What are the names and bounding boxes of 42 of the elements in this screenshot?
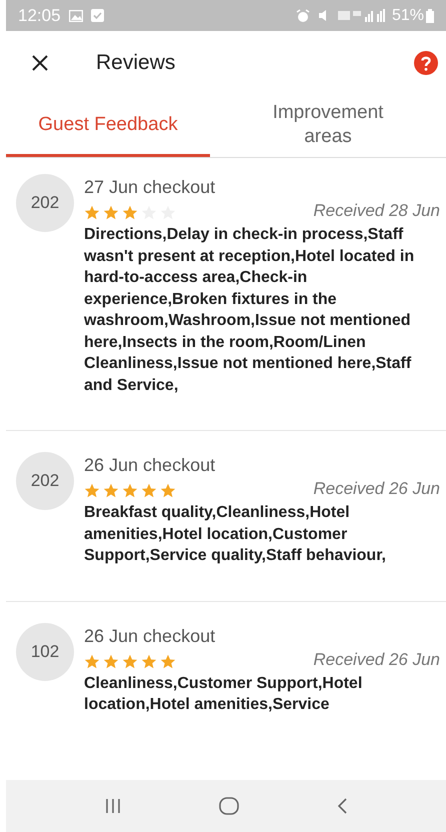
filled-star-icon [141,654,157,670]
filled-star-icon [160,654,176,670]
filled-star-icon [103,654,119,670]
room-number: 202 [16,452,74,510]
filled-star-icon [122,205,138,221]
battery-icon [426,8,434,22]
received-date: Received 28 Jun [313,201,440,221]
filled-star-icon [103,483,119,499]
filled-star-icon [84,205,100,221]
room-number: 202 [16,174,74,232]
tab[interactable]: Guest Feedback [6,95,210,157]
filled-star-icon [160,483,176,499]
checkout-date: 26 Jun checkout [84,454,216,476]
feedback-text: Breakfast quality,Cleanliness,Hotel amenities,Hotel location,Customer Support,Service quality,Staff behaviour, [84,503,387,566]
filled-star-icon [141,483,157,499]
close-button[interactable] [30,53,50,73]
home-icon[interactable] [219,797,239,815]
filled-star-icon [84,654,100,670]
image-icon [68,10,83,22]
feedback-text: Cleanliness,Customer Support,Hotel location,Hotel amenities,Service [84,674,364,715]
checkout-date: 26 Jun checkout [84,624,216,646]
back-icon[interactable] [337,798,347,814]
tab[interactable]: Improvement areas [210,95,446,157]
status-time: 12:05 [18,4,61,27]
received-date: Received 26 Jun [313,479,440,499]
close-icon [32,55,48,71]
checkout-date: 27 Jun checkout [84,176,216,198]
battery-level: 51% [392,6,424,26]
filled-star-icon [103,205,119,221]
help-button[interactable] [414,51,438,75]
question-icon [421,56,431,70]
recent-apps-icon[interactable] [105,798,121,814]
screen-title: Reviews [96,50,176,76]
feedback-text: Directions,Delay in check-in process,Staff wasn't present at reception,Hotel located in hard-to-access area,Check-in experience,Broken fixtures in the washroom,Washroom,Issue not mentioned here,Insects in the room,Room/Linen Cleanliness,Issue not mentioned here,Staff and Service, [84,225,416,396]
room-number: 102 [16,622,74,680]
checkbox-icon [90,9,104,22]
filled-star-icon [84,483,100,499]
signal-icon [338,9,388,22]
received-date: Received 26 Jun [313,650,440,670]
filled-star-icon [122,654,138,670]
filled-star-icon [122,483,138,499]
alarm-icon [296,8,310,22]
